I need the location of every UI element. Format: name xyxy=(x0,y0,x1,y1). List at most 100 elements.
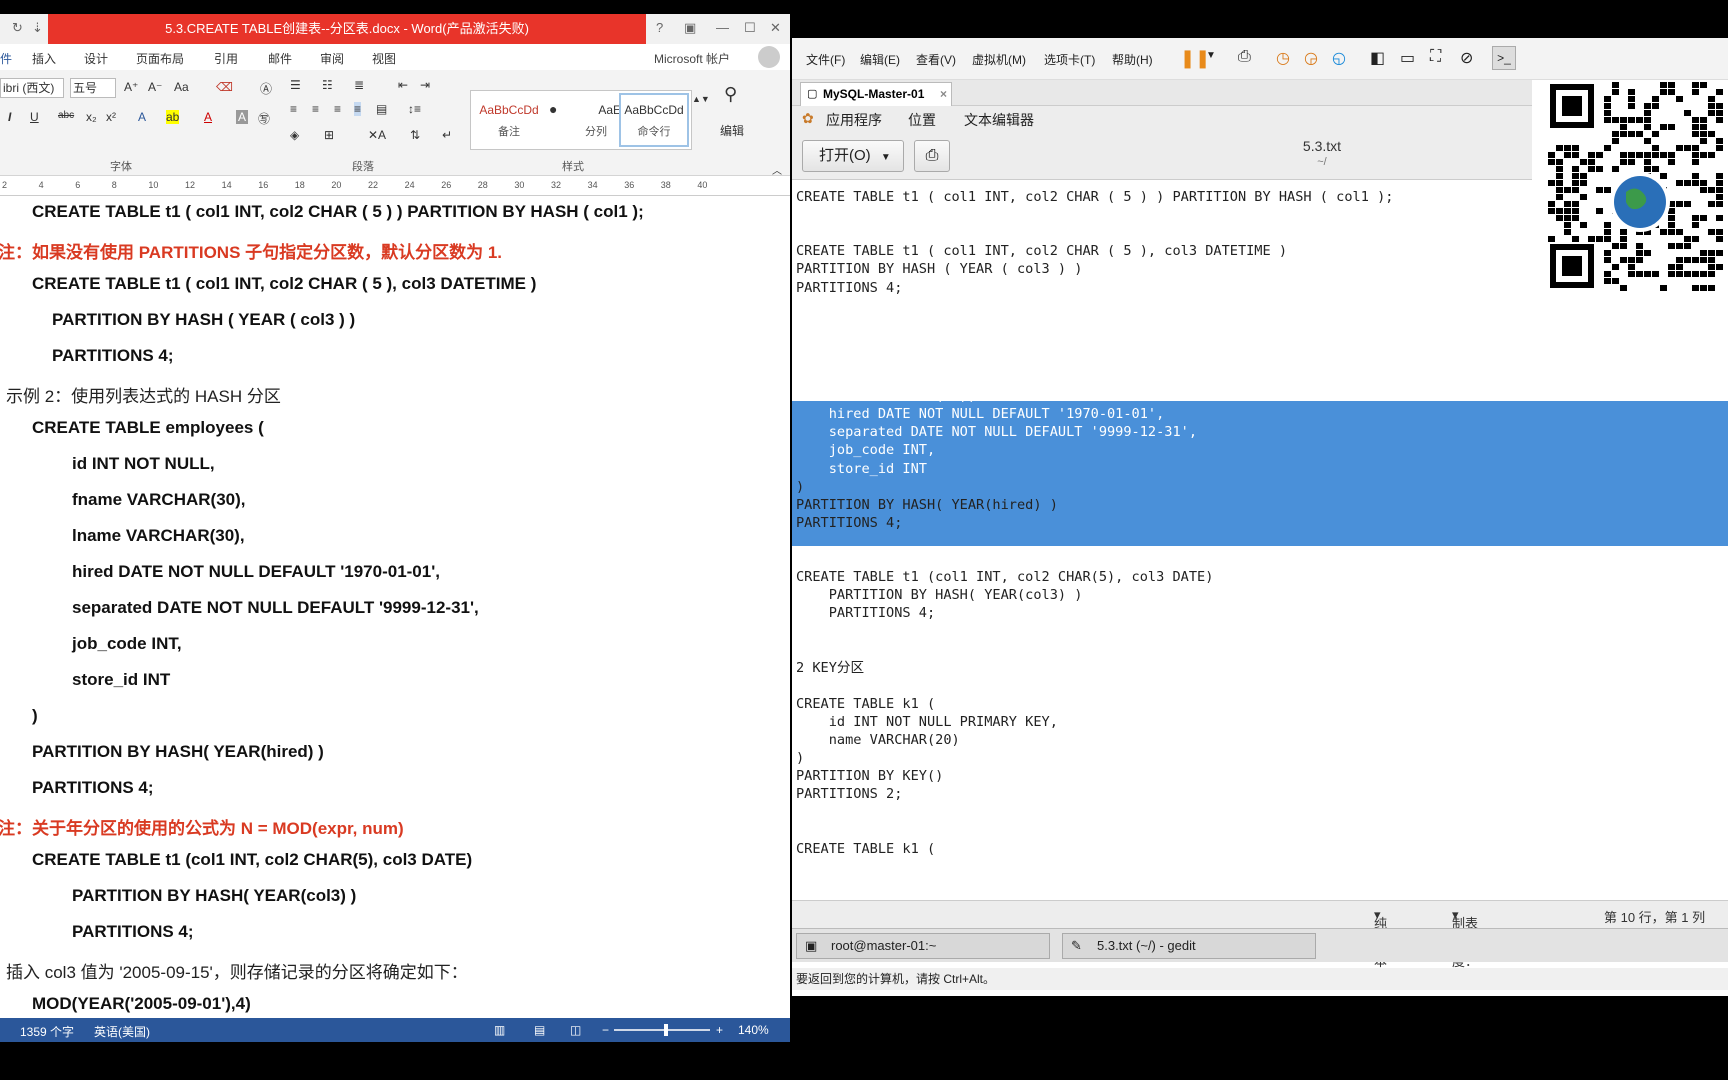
zoom-level[interactable]: 140% xyxy=(738,1023,769,1037)
unity-icon[interactable]: ⊘ xyxy=(1460,48,1473,68)
doc-code-line: fname VARCHAR(30), xyxy=(72,490,246,509)
menu-view[interactable]: 查看(V) xyxy=(916,51,956,68)
clear-format-icon[interactable]: ⌫ xyxy=(216,80,233,94)
zoom-in-icon[interactable]: + xyxy=(716,1023,723,1037)
task-terminal[interactable]: ▣ root@master-01:~ xyxy=(796,933,1050,959)
char-shading-icon[interactable]: A xyxy=(236,110,249,124)
justify-icon[interactable]: ≡ xyxy=(354,102,362,116)
chinese-layout-icon[interactable]: ✕A xyxy=(368,128,386,142)
subscript-icon[interactable]: x₂ xyxy=(86,110,97,124)
multilevel-icon[interactable]: ≣ xyxy=(354,78,364,92)
tab-layout[interactable]: 页面布局 xyxy=(136,50,184,67)
zoom-out-icon[interactable]: − xyxy=(602,1023,609,1037)
refresh-icon[interactable]: ↻ xyxy=(12,20,23,36)
close-icon[interactable]: ✕ xyxy=(770,20,781,36)
menu-help[interactable]: 帮助(H) xyxy=(1112,51,1153,68)
sort-icon[interactable]: ⇅ xyxy=(410,128,420,142)
revert-snapshot-icon[interactable]: ◶ xyxy=(1304,48,1318,68)
decrease-indent-icon[interactable]: ⇤ xyxy=(398,78,408,92)
underline-icon[interactable]: U xyxy=(30,110,39,124)
line-spacing-icon[interactable]: ↕≡ xyxy=(408,102,421,116)
tab-insert[interactable]: 插入 xyxy=(32,50,56,67)
ribbon-display-icon[interactable]: ▣ xyxy=(684,20,696,36)
increase-indent-icon[interactable]: ⇥ xyxy=(420,78,430,92)
menu-vm[interactable]: 虚拟机(M) xyxy=(972,51,1026,68)
tab-design[interactable]: 设计 xyxy=(84,50,108,67)
distribute-icon[interactable]: ▤ xyxy=(376,102,387,116)
menu-places[interactable]: 位置 xyxy=(908,110,936,130)
zoom-thumb[interactable] xyxy=(664,1024,668,1036)
grow-font-icon[interactable]: A⁺ xyxy=(124,80,138,94)
style-command[interactable]: AaBbCcDd 命令行 xyxy=(619,93,689,147)
align-right-icon[interactable]: ≡ xyxy=(334,102,341,116)
tab-mailings[interactable]: 邮件 xyxy=(268,50,292,67)
style-column[interactable]: AaE 分列 xyxy=(571,95,621,147)
align-left-icon[interactable]: ≡ xyxy=(290,102,297,116)
strikethrough-icon[interactable]: abc xyxy=(58,110,74,121)
menu-edit[interactable]: 编辑(E) xyxy=(860,51,900,68)
web-layout-icon[interactable]: ◫ xyxy=(570,1023,581,1037)
font-name-select[interactable]: ibri (西文) xyxy=(0,78,64,98)
quick-access-icon[interactable]: ⇣ xyxy=(32,20,43,36)
task-gedit[interactable]: ✎ 5.3.txt (~/) - gedit xyxy=(1062,933,1316,959)
tab-mysql-master[interactable]: MySQL-Master-01 ▢ × xyxy=(800,82,952,106)
fullscreen-icon[interactable]: ⛶ xyxy=(1430,48,1441,66)
borders-icon[interactable]: ⊞ xyxy=(324,128,334,142)
italic-icon[interactable]: I xyxy=(8,110,11,124)
menu-applications[interactable]: 应用程序 xyxy=(826,110,882,130)
binoculars-icon[interactable]: ⚲ xyxy=(724,84,737,105)
menu-text-editor[interactable]: 文本编辑器 xyxy=(964,110,1034,130)
read-mode-icon[interactable]: ▥ xyxy=(494,1023,505,1037)
menu-file[interactable]: 文件(F) xyxy=(806,51,845,68)
gallery-scroll-icon[interactable]: ▲▼ xyxy=(692,94,710,104)
tab-width-select[interactable]: 制表符宽度：8 ▾ xyxy=(1452,907,1478,985)
doc-code-line: PARTITIONS 4; xyxy=(52,346,174,365)
ruler-tick: 2 xyxy=(2,180,8,190)
font-color-icon[interactable]: A xyxy=(204,110,212,124)
thumbnail-icon[interactable]: ▭ xyxy=(1400,48,1415,68)
avatar[interactable] xyxy=(758,46,780,68)
account-label[interactable]: Microsoft 帐户 xyxy=(654,50,730,67)
tab-file-partial[interactable]: 件 xyxy=(0,50,12,67)
doc-code-line: CREATE TABLE t1 ( col1 INT, col2 CHAR ( … xyxy=(32,202,644,221)
sidebar-toggle-icon[interactable]: ◧ xyxy=(1370,48,1385,68)
numbering-icon[interactable]: ☷ xyxy=(322,78,333,92)
bullet-dot-icon: ● xyxy=(549,101,558,117)
show-marks-icon[interactable]: ↵ xyxy=(442,128,452,142)
send-keys-icon[interactable]: ⎙ xyxy=(1238,48,1251,66)
group-paragraph-label: 段落 xyxy=(352,161,374,173)
text-effect-icon[interactable]: A xyxy=(138,110,146,124)
enclose-char-icon[interactable]: ㊢ xyxy=(258,110,270,127)
bullets-icon[interactable]: ☰ xyxy=(290,78,301,92)
tab-close-icon[interactable]: × xyxy=(940,83,947,105)
tab-review[interactable]: 审阅 xyxy=(320,50,344,67)
change-case-icon[interactable]: Aa xyxy=(174,80,189,94)
minimize-icon[interactable]: — xyxy=(716,20,729,35)
superscript-icon[interactable]: x² xyxy=(106,110,116,124)
tab-view[interactable]: 视图 xyxy=(372,50,396,67)
collapse-ribbon-icon[interactable]: ︿ xyxy=(772,162,782,177)
align-center-icon[interactable]: ≡ xyxy=(312,102,319,116)
word-count[interactable]: 1359 个字 xyxy=(20,1023,74,1040)
menu-tabs[interactable]: 选项卡(T) xyxy=(1044,51,1095,68)
language-label[interactable]: 英语(美国) xyxy=(94,1023,150,1040)
snapshot-manager-icon[interactable]: ◵ xyxy=(1332,48,1346,68)
language-mode-select[interactable]: 纯文本 ▾ xyxy=(1374,907,1387,969)
char-border-icon[interactable]: Ⓐ xyxy=(260,80,272,97)
console-icon[interactable]: >_ xyxy=(1492,46,1516,70)
maximize-icon[interactable]: ☐ xyxy=(744,20,756,36)
style-note[interactable]: AaBbCcDd 备注 xyxy=(475,95,543,147)
font-size-select[interactable]: 五号 xyxy=(70,78,116,98)
zoom-slider[interactable] xyxy=(614,1029,710,1031)
tab-references[interactable]: 引用 xyxy=(214,50,238,67)
shrink-font-icon[interactable]: A⁻ xyxy=(148,80,162,94)
shading-icon[interactable]: ◈ xyxy=(290,128,299,142)
help-icon[interactable]: ? xyxy=(656,20,663,35)
edit-label[interactable]: 编辑 xyxy=(720,122,744,139)
print-layout-icon[interactable]: ▤ xyxy=(534,1023,545,1037)
open-button[interactable]: 打开(O) ▼ xyxy=(802,140,904,172)
snapshot-icon[interactable]: ◷ xyxy=(1276,48,1290,68)
save-button[interactable]: ⎙ xyxy=(914,140,950,172)
highlight-icon[interactable]: ab xyxy=(166,110,180,124)
pause-dropdown-icon[interactable]: ▼ xyxy=(1206,50,1216,61)
